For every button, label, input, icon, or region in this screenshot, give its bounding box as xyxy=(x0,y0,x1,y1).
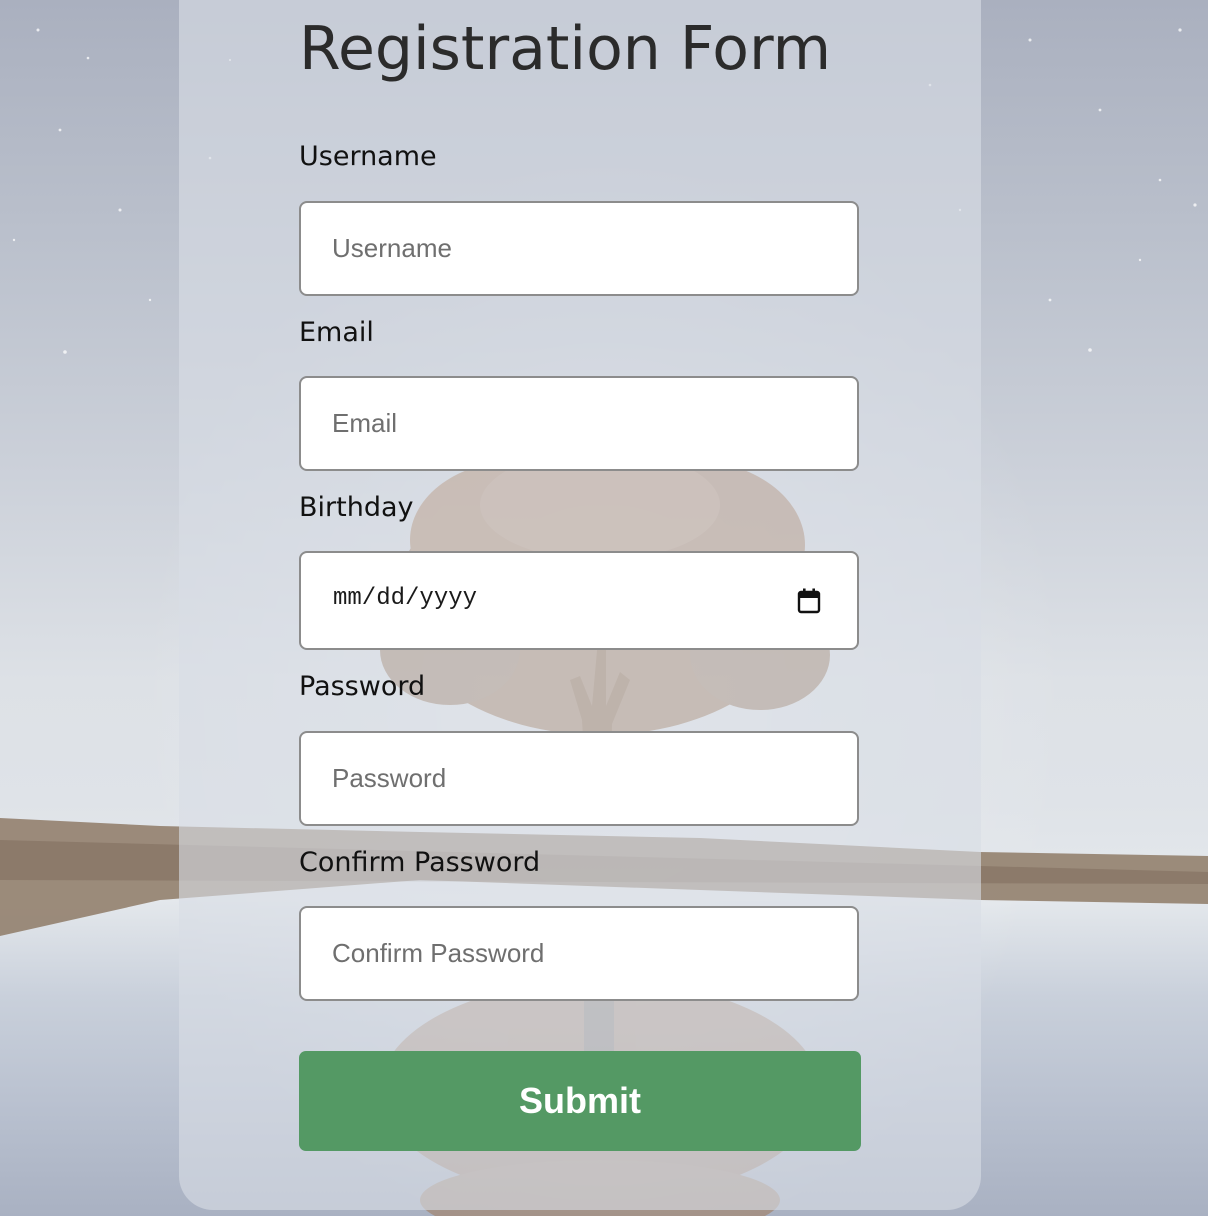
confirm-password-input[interactable] xyxy=(301,908,857,999)
password-label: Password xyxy=(299,671,426,702)
page-background: Registration Form Username Email Birthda… xyxy=(0,0,1208,1216)
username-label: Username xyxy=(299,141,437,172)
username-field[interactable] xyxy=(299,201,859,296)
email-field[interactable] xyxy=(299,376,859,471)
username-input[interactable] xyxy=(301,203,857,294)
confirm-password-label: Confirm Password xyxy=(299,847,541,878)
email-input[interactable] xyxy=(301,378,857,469)
submit-button[interactable]: Submit xyxy=(299,1051,861,1151)
birthday-field[interactable]: mm/dd/yyyy xyxy=(299,551,859,650)
form-title: Registration Form xyxy=(299,14,832,84)
password-field[interactable] xyxy=(299,731,859,826)
calendar-icon[interactable] xyxy=(797,588,821,614)
email-label: Email xyxy=(299,317,374,348)
birthday-label: Birthday xyxy=(299,492,414,523)
date-placeholder-text[interactable]: mm/dd/yyyy xyxy=(333,585,477,612)
confirm-password-field[interactable] xyxy=(299,906,859,1001)
password-input[interactable] xyxy=(301,733,857,824)
